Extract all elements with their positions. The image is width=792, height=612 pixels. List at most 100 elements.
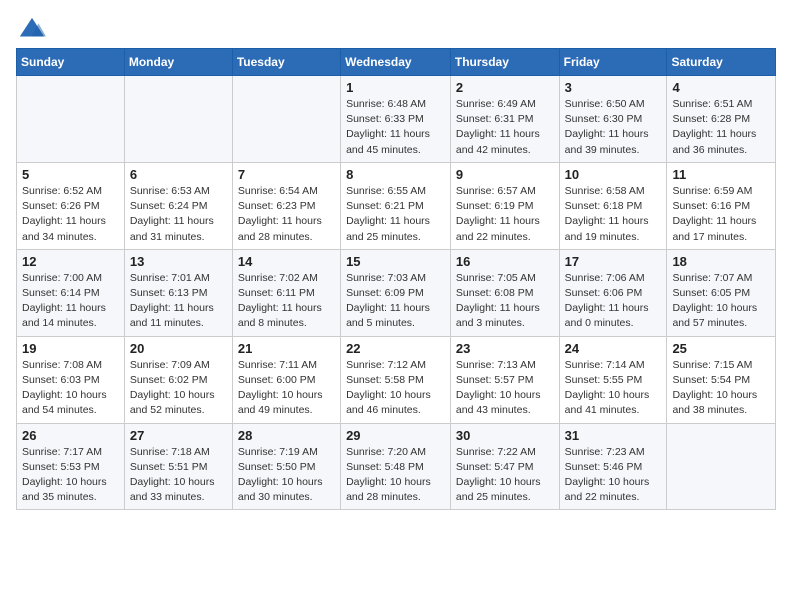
day-number: 11: [672, 167, 770, 182]
day-number: 15: [346, 254, 445, 269]
calendar-cell: 26 Sunrise: 7:17 AM Sunset: 5:53 PM Dayl…: [17, 423, 125, 510]
weekday-header-tuesday: Tuesday: [232, 49, 340, 76]
calendar-cell: 18 Sunrise: 7:07 AM Sunset: 6:05 PM Dayl…: [667, 249, 776, 336]
day-info: Sunrise: 7:14 AM Sunset: 5:55 PM Dayligh…: [565, 358, 662, 419]
day-number: 19: [22, 341, 119, 356]
day-info: Sunrise: 6:50 AM Sunset: 6:30 PM Dayligh…: [565, 97, 662, 158]
day-info: Sunrise: 7:13 AM Sunset: 5:57 PM Dayligh…: [456, 358, 554, 419]
calendar-cell: 17 Sunrise: 7:06 AM Sunset: 6:06 PM Dayl…: [559, 249, 667, 336]
calendar-table: SundayMondayTuesdayWednesdayThursdayFrid…: [16, 48, 776, 510]
day-number: 27: [130, 428, 227, 443]
calendar-cell: 4 Sunrise: 6:51 AM Sunset: 6:28 PM Dayli…: [667, 76, 776, 163]
day-info: Sunrise: 7:15 AM Sunset: 5:54 PM Dayligh…: [672, 358, 770, 419]
day-info: Sunrise: 7:17 AM Sunset: 5:53 PM Dayligh…: [22, 445, 119, 506]
calendar-cell: 11 Sunrise: 6:59 AM Sunset: 6:16 PM Dayl…: [667, 162, 776, 249]
day-number: 24: [565, 341, 662, 356]
day-number: 3: [565, 80, 662, 95]
calendar-cell: 30 Sunrise: 7:22 AM Sunset: 5:47 PM Dayl…: [450, 423, 559, 510]
day-info: Sunrise: 7:11 AM Sunset: 6:00 PM Dayligh…: [238, 358, 335, 419]
calendar-cell: 27 Sunrise: 7:18 AM Sunset: 5:51 PM Dayl…: [124, 423, 232, 510]
day-number: 23: [456, 341, 554, 356]
day-info: Sunrise: 6:58 AM Sunset: 6:18 PM Dayligh…: [565, 184, 662, 245]
calendar-cell: 25 Sunrise: 7:15 AM Sunset: 5:54 PM Dayl…: [667, 336, 776, 423]
day-number: 13: [130, 254, 227, 269]
day-number: 21: [238, 341, 335, 356]
day-info: Sunrise: 6:54 AM Sunset: 6:23 PM Dayligh…: [238, 184, 335, 245]
day-info: Sunrise: 7:23 AM Sunset: 5:46 PM Dayligh…: [565, 445, 662, 506]
logo-icon: [18, 16, 46, 44]
calendar-cell: 23 Sunrise: 7:13 AM Sunset: 5:57 PM Dayl…: [450, 336, 559, 423]
calendar-week-row: 12 Sunrise: 7:00 AM Sunset: 6:14 PM Dayl…: [17, 249, 776, 336]
weekday-header-monday: Monday: [124, 49, 232, 76]
calendar-cell: [124, 76, 232, 163]
calendar-cell: 9 Sunrise: 6:57 AM Sunset: 6:19 PM Dayli…: [450, 162, 559, 249]
day-info: Sunrise: 6:53 AM Sunset: 6:24 PM Dayligh…: [130, 184, 227, 245]
day-info: Sunrise: 7:08 AM Sunset: 6:03 PM Dayligh…: [22, 358, 119, 419]
day-info: Sunrise: 6:57 AM Sunset: 6:19 PM Dayligh…: [456, 184, 554, 245]
day-number: 17: [565, 254, 662, 269]
day-info: Sunrise: 7:22 AM Sunset: 5:47 PM Dayligh…: [456, 445, 554, 506]
calendar-cell: 19 Sunrise: 7:08 AM Sunset: 6:03 PM Dayl…: [17, 336, 125, 423]
day-info: Sunrise: 7:02 AM Sunset: 6:11 PM Dayligh…: [238, 271, 335, 332]
calendar-cell: 2 Sunrise: 6:49 AM Sunset: 6:31 PM Dayli…: [450, 76, 559, 163]
calendar-cell: 10 Sunrise: 6:58 AM Sunset: 6:18 PM Dayl…: [559, 162, 667, 249]
calendar-week-row: 5 Sunrise: 6:52 AM Sunset: 6:26 PM Dayli…: [17, 162, 776, 249]
day-number: 22: [346, 341, 445, 356]
calendar-cell: 12 Sunrise: 7:00 AM Sunset: 6:14 PM Dayl…: [17, 249, 125, 336]
day-number: 8: [346, 167, 445, 182]
day-number: 14: [238, 254, 335, 269]
day-info: Sunrise: 7:06 AM Sunset: 6:06 PM Dayligh…: [565, 271, 662, 332]
day-info: Sunrise: 7:01 AM Sunset: 6:13 PM Dayligh…: [130, 271, 227, 332]
day-info: Sunrise: 7:18 AM Sunset: 5:51 PM Dayligh…: [130, 445, 227, 506]
day-number: 4: [672, 80, 770, 95]
day-number: 25: [672, 341, 770, 356]
calendar-cell: 6 Sunrise: 6:53 AM Sunset: 6:24 PM Dayli…: [124, 162, 232, 249]
logo: [16, 16, 46, 38]
calendar-cell: [667, 423, 776, 510]
weekday-header-thursday: Thursday: [450, 49, 559, 76]
calendar-cell: 28 Sunrise: 7:19 AM Sunset: 5:50 PM Dayl…: [232, 423, 340, 510]
day-number: 2: [456, 80, 554, 95]
day-number: 30: [456, 428, 554, 443]
day-info: Sunrise: 7:20 AM Sunset: 5:48 PM Dayligh…: [346, 445, 445, 506]
calendar-cell: 21 Sunrise: 7:11 AM Sunset: 6:00 PM Dayl…: [232, 336, 340, 423]
day-info: Sunrise: 6:49 AM Sunset: 6:31 PM Dayligh…: [456, 97, 554, 158]
day-number: 6: [130, 167, 227, 182]
calendar-cell: 8 Sunrise: 6:55 AM Sunset: 6:21 PM Dayli…: [341, 162, 451, 249]
day-info: Sunrise: 7:07 AM Sunset: 6:05 PM Dayligh…: [672, 271, 770, 332]
calendar-cell: 16 Sunrise: 7:05 AM Sunset: 6:08 PM Dayl…: [450, 249, 559, 336]
day-number: 20: [130, 341, 227, 356]
calendar-cell: 14 Sunrise: 7:02 AM Sunset: 6:11 PM Dayl…: [232, 249, 340, 336]
weekday-header-sunday: Sunday: [17, 49, 125, 76]
calendar-cell: 31 Sunrise: 7:23 AM Sunset: 5:46 PM Dayl…: [559, 423, 667, 510]
day-number: 5: [22, 167, 119, 182]
day-info: Sunrise: 6:51 AM Sunset: 6:28 PM Dayligh…: [672, 97, 770, 158]
day-number: 10: [565, 167, 662, 182]
calendar-cell: 22 Sunrise: 7:12 AM Sunset: 5:58 PM Dayl…: [341, 336, 451, 423]
day-info: Sunrise: 7:12 AM Sunset: 5:58 PM Dayligh…: [346, 358, 445, 419]
day-number: 31: [565, 428, 662, 443]
day-info: Sunrise: 6:55 AM Sunset: 6:21 PM Dayligh…: [346, 184, 445, 245]
day-number: 28: [238, 428, 335, 443]
calendar-cell: 24 Sunrise: 7:14 AM Sunset: 5:55 PM Dayl…: [559, 336, 667, 423]
day-number: 16: [456, 254, 554, 269]
calendar-week-row: 1 Sunrise: 6:48 AM Sunset: 6:33 PM Dayli…: [17, 76, 776, 163]
day-info: Sunrise: 7:00 AM Sunset: 6:14 PM Dayligh…: [22, 271, 119, 332]
calendar-cell: 1 Sunrise: 6:48 AM Sunset: 6:33 PM Dayli…: [341, 76, 451, 163]
day-info: Sunrise: 6:48 AM Sunset: 6:33 PM Dayligh…: [346, 97, 445, 158]
day-info: Sunrise: 7:03 AM Sunset: 6:09 PM Dayligh…: [346, 271, 445, 332]
calendar-cell: 7 Sunrise: 6:54 AM Sunset: 6:23 PM Dayli…: [232, 162, 340, 249]
day-info: Sunrise: 7:09 AM Sunset: 6:02 PM Dayligh…: [130, 358, 227, 419]
calendar-cell: 13 Sunrise: 7:01 AM Sunset: 6:13 PM Dayl…: [124, 249, 232, 336]
day-number: 1: [346, 80, 445, 95]
calendar-cell: 3 Sunrise: 6:50 AM Sunset: 6:30 PM Dayli…: [559, 76, 667, 163]
day-info: Sunrise: 6:59 AM Sunset: 6:16 PM Dayligh…: [672, 184, 770, 245]
calendar-cell: [232, 76, 340, 163]
calendar-cell: 5 Sunrise: 6:52 AM Sunset: 6:26 PM Dayli…: [17, 162, 125, 249]
day-info: Sunrise: 6:52 AM Sunset: 6:26 PM Dayligh…: [22, 184, 119, 245]
day-number: 7: [238, 167, 335, 182]
day-number: 9: [456, 167, 554, 182]
day-info: Sunrise: 7:05 AM Sunset: 6:08 PM Dayligh…: [456, 271, 554, 332]
calendar-cell: 15 Sunrise: 7:03 AM Sunset: 6:09 PM Dayl…: [341, 249, 451, 336]
calendar-cell: [17, 76, 125, 163]
